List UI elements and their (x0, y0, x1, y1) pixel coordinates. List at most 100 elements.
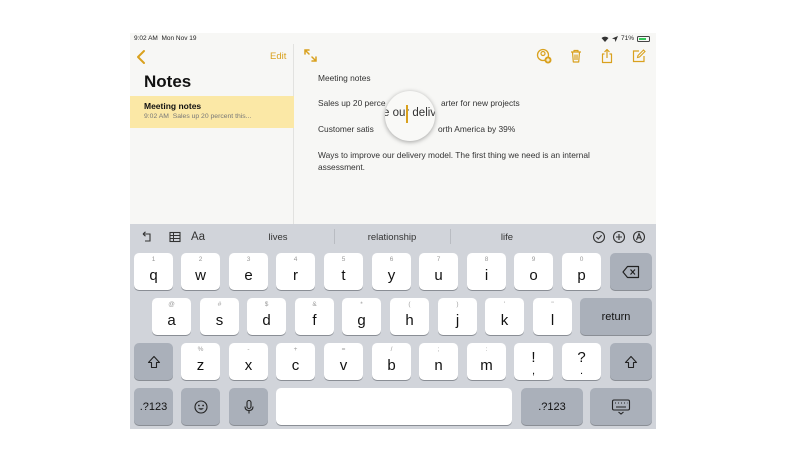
emoji-key[interactable] (181, 388, 220, 425)
status-time-date: 9:02 AM Mon Nov 19 (134, 35, 197, 42)
note-time: 9:02 AM (144, 113, 169, 120)
note-preview-text: Sales up 20 percent this... (172, 113, 252, 120)
key-j[interactable]: ) j (438, 298, 477, 335)
key-hint: & (312, 301, 317, 308)
key-hint: ; (437, 346, 440, 353)
space-bar[interactable] (276, 388, 512, 425)
trash-icon[interactable] (568, 48, 584, 64)
key-hint: 8 (484, 256, 489, 263)
key-t[interactable]: 5t (324, 253, 363, 290)
key-u[interactable]: 7u (419, 253, 458, 290)
shift-key-right[interactable] (610, 343, 652, 380)
suggestion-3[interactable]: life (457, 232, 557, 243)
suggestion-2[interactable]: relationship (342, 232, 442, 243)
key-label: m (480, 357, 493, 374)
key-question[interactable]: ? . (562, 343, 601, 380)
shift-key-left[interactable] (134, 343, 173, 380)
key-d[interactable]: $ d (247, 298, 286, 335)
key-p[interactable]: 0p (562, 253, 601, 290)
delete-key[interactable] (610, 253, 652, 290)
expand-icon[interactable] (304, 49, 317, 62)
key-label: i (484, 267, 489, 284)
note-line-4: Ways to improve our delivery model. The … (318, 150, 590, 160)
key-label: e (244, 267, 253, 284)
suggestion-divider (334, 229, 335, 244)
key-label: b (387, 357, 396, 374)
undo-icon[interactable] (140, 230, 154, 244)
key-y[interactable]: 6y (372, 253, 411, 290)
note-preview: 9:02 AM Sales up 20 percent this... (144, 113, 251, 120)
key-label: d (262, 312, 271, 329)
format-button[interactable]: Aa (191, 231, 205, 243)
checklist-icon[interactable] (592, 230, 606, 244)
key-i[interactable]: 8i (467, 253, 506, 290)
key-r[interactable]: 4r (276, 253, 315, 290)
page-title: Notes (144, 72, 192, 91)
key-e[interactable]: 3e (229, 253, 268, 290)
key-k[interactable]: ' k (485, 298, 524, 335)
list-item-note[interactable]: Meeting notes 9:02 AM Sales up 20 percen… (130, 96, 294, 128)
return-label: return (601, 310, 631, 323)
note-editor[interactable]: Meeting notes Sales up 20 perce arter fo… (295, 44, 656, 224)
key-v[interactable]: = v (324, 343, 363, 380)
key-label: u (434, 267, 443, 284)
key-a[interactable]: @ a (152, 298, 191, 335)
dictation-key[interactable] (229, 388, 268, 425)
wifi-icon (601, 36, 609, 42)
key-hint: = (341, 346, 346, 353)
return-key[interactable]: return (580, 298, 652, 335)
text-cursor (406, 105, 408, 123)
key-hint: 7 (436, 256, 441, 263)
key-label: j (455, 312, 460, 329)
key-label: z (196, 357, 205, 374)
note-line-1: Meeting notes (318, 73, 371, 83)
key-x[interactable]: -x (229, 343, 268, 380)
note-line-2a: Sales up 20 perce (318, 98, 386, 108)
onscreen-keyboard: Aa lives relationship life 1q 2w 3e 4r 5… (130, 224, 656, 429)
key-label: g (357, 312, 366, 329)
key-l[interactable]: " l (533, 298, 572, 335)
compose-icon[interactable] (631, 48, 647, 64)
key-label: l (550, 312, 555, 329)
suggestion-1[interactable]: lives (228, 232, 328, 243)
key-hint: % (197, 346, 204, 353)
keyboard-dismiss-icon (611, 398, 631, 415)
key-label: x (244, 357, 253, 374)
key-hint: * (360, 301, 363, 308)
add-people-icon[interactable] (536, 48, 552, 64)
dismiss-keyboard-key[interactable] (590, 388, 652, 425)
emoji-icon (193, 399, 208, 414)
notes-sidebar: Edit Notes Meeting notes 9:02 AM Sales u… (130, 44, 294, 224)
key-z[interactable]: % z (181, 343, 220, 380)
key-hint: / (390, 346, 393, 353)
key-label: p (577, 267, 586, 284)
note-line-5: assessment. (318, 162, 366, 172)
add-circle-icon[interactable] (612, 230, 626, 244)
table-icon[interactable] (168, 230, 182, 244)
markup-icon[interactable] (632, 230, 646, 244)
key-n[interactable]: ; n (419, 343, 458, 380)
numbers-key-right[interactable]: .?123 (521, 388, 583, 425)
key-c[interactable]: + c (276, 343, 315, 380)
key-w[interactable]: 2w (181, 253, 220, 290)
status-time: 9:02 AM (134, 35, 158, 42)
key-s[interactable]: # s (200, 298, 239, 335)
numbers-label: .?123 (538, 400, 566, 413)
key-hint: - (247, 346, 250, 353)
key-hint: @ (168, 301, 175, 308)
key-g[interactable]: * g (342, 298, 381, 335)
share-icon[interactable] (599, 48, 615, 64)
edit-button[interactable]: Edit (270, 51, 286, 62)
key-b[interactable]: / b (372, 343, 411, 380)
key-h[interactable]: (h (390, 298, 429, 335)
key-m[interactable]: :m (467, 343, 506, 380)
key-o[interactable]: 9o (514, 253, 553, 290)
note-line-3a: Customer satis (318, 124, 374, 134)
key-label: f (312, 312, 317, 329)
status-right: 71% (601, 35, 650, 42)
numbers-key-left[interactable]: .?123 (134, 388, 173, 425)
back-chevron-icon[interactable] (134, 48, 148, 66)
key-f[interactable]: & f (295, 298, 334, 335)
key-q[interactable]: 1q (134, 253, 173, 290)
key-exclaim[interactable]: ! , (514, 343, 553, 380)
